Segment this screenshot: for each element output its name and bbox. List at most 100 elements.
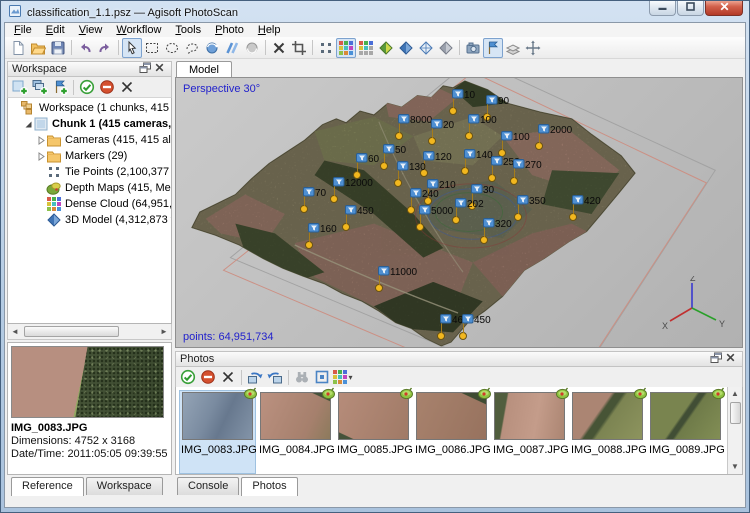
tree-item[interactable]: Workspace (1 chunks, 415 cameras) (8, 100, 171, 116)
tab-workspace[interactable]: Workspace (86, 477, 163, 495)
add-photos-button[interactable] (30, 77, 50, 97)
photos-vscrollbar[interactable]: ▲ ▼ (727, 387, 742, 474)
redo-button[interactable] (95, 38, 115, 58)
photo-thumbnail[interactable]: IMG_0088.JPG (569, 390, 646, 474)
close-panel-button[interactable] (152, 63, 167, 76)
menu-tools[interactable]: Tools (168, 23, 208, 37)
marker-flag-icon (486, 95, 498, 108)
scroll-left-icon[interactable]: ◄ (8, 325, 22, 339)
photo-thumbnail[interactable]: IMG_0083.JPG (179, 390, 256, 474)
photo-thumbnail[interactable]: IMG_0085.JPG (335, 390, 412, 474)
tree-expander-icon[interactable] (36, 152, 46, 161)
dense-cloud-classes-button[interactable] (356, 38, 376, 58)
remove-button[interactable] (117, 77, 137, 97)
tree-expander-icon[interactable] (36, 136, 46, 145)
rotate-region-button[interactable] (222, 38, 242, 58)
scroll-up-icon[interactable]: ▲ (728, 387, 742, 401)
circle-selection-icon (164, 40, 180, 56)
hscroll-thumb[interactable] (24, 326, 119, 337)
close-button[interactable] (705, 1, 743, 16)
circle-selection-button[interactable] (162, 38, 182, 58)
freeform-selection-button[interactable] (182, 38, 202, 58)
tree-item[interactable]: Dense Cloud (64,951,734 points) (8, 196, 171, 212)
remove-button[interactable] (218, 367, 238, 387)
selection-arrow-icon (124, 40, 140, 56)
tab-console[interactable]: Console (177, 477, 239, 495)
view-matches-button[interactable] (292, 367, 312, 387)
dense-cloud-view-button[interactable] (336, 38, 356, 58)
undo-button[interactable] (75, 38, 95, 58)
add-chunk-button[interactable] (10, 77, 30, 97)
photo-thumbnail[interactable]: IMG_0086.JPG (413, 390, 490, 474)
rotate-object-button[interactable] (202, 38, 222, 58)
marker-label: 130 (409, 162, 426, 173)
enable-button[interactable] (77, 77, 97, 97)
tree-item[interactable]: 3D Model (4,312,873 faces) (8, 212, 171, 228)
main-area: Workspace Workspace (1 chunks, 415 camer… (5, 59, 745, 507)
model-wireframe-button[interactable] (416, 38, 436, 58)
tab-reference[interactable]: Reference (11, 477, 84, 496)
tree-expander-icon[interactable] (23, 120, 33, 129)
scroll-down-icon[interactable]: ▼ (728, 460, 742, 474)
photo-thumbnail[interactable]: IMG_0089.JPG (647, 390, 724, 474)
minimize-button[interactable] (649, 1, 676, 16)
vscroll-thumb[interactable] (730, 402, 741, 424)
tree-item[interactable]: Tie Points (2,100,377 points) (8, 164, 171, 180)
filter-photos-button[interactable] (312, 367, 332, 387)
disable-button[interactable] (97, 77, 117, 97)
move-region-button[interactable] (242, 38, 262, 58)
tie-points-view-button[interactable] (316, 38, 336, 58)
tree-item[interactable]: Cameras (415, 415 aligned) (8, 132, 171, 148)
tree-item[interactable]: Chunk 1 (415 cameras, 29 markers) (8, 116, 171, 132)
disable-button[interactable] (198, 367, 218, 387)
marker-label: 210 (439, 180, 456, 191)
model-viewport[interactable]: 1090800010020200010050140120602522701301… (175, 77, 743, 348)
show-cameras-button[interactable] (463, 38, 483, 58)
menu-help[interactable]: Help (251, 23, 288, 37)
float-panel-button[interactable] (708, 353, 723, 366)
maximize-button[interactable] (677, 1, 704, 16)
rotate-cw-button[interactable] (265, 367, 285, 387)
scroll-right-icon[interactable]: ► (157, 325, 171, 339)
photo-badge-icon (712, 387, 726, 402)
rotate-ccw-button[interactable] (245, 367, 265, 387)
menu-workflow[interactable]: Workflow (109, 23, 168, 37)
undo-icon (77, 40, 93, 56)
open-project-button[interactable] (28, 38, 48, 58)
menu-view[interactable]: View (72, 23, 110, 37)
marker-label: 420 (584, 196, 601, 207)
show-markers-button[interactable] (483, 38, 503, 58)
crop-selection-button[interactable] (289, 38, 309, 58)
photo-thumbnail[interactable]: IMG_0087.JPG (491, 390, 568, 474)
add-marker-button[interactable] (50, 77, 70, 97)
photo-thumbnail[interactable]: IMG_0084.JPG (257, 390, 334, 474)
tab-photos[interactable]: Photos (241, 477, 297, 496)
float-panel-button[interactable] (137, 63, 152, 76)
rectangle-selection-button[interactable] (142, 38, 162, 58)
menu-file[interactable]: File (7, 23, 39, 37)
marker-point (465, 132, 473, 140)
model-shaded-button[interactable] (376, 38, 396, 58)
preview-dimensions: Dimensions: 4752 x 3168 (11, 435, 168, 447)
model-textured-button[interactable] (436, 38, 456, 58)
new-document-button[interactable] (8, 38, 28, 58)
model-solid-button[interactable] (396, 38, 416, 58)
marker-label: 160 (320, 224, 337, 235)
tree-item[interactable]: Depth Maps (415, Medium quality) (8, 180, 171, 196)
menu-edit[interactable]: Edit (39, 23, 72, 37)
workspace-hscrollbar[interactable]: ◄ ► (7, 324, 172, 340)
delete-selection-button[interactable] (269, 38, 289, 58)
enable-button[interactable] (178, 367, 198, 387)
selection-arrow-button[interactable] (122, 38, 142, 58)
marker-label: 240 (422, 189, 439, 200)
tab-model[interactable]: Model (176, 61, 232, 77)
ortho-layers-button[interactable] (503, 38, 523, 58)
thumbnail-size-button[interactable]: ▾ (332, 367, 352, 387)
title-bar[interactable]: classification_1.1.psz — Agisoft PhotoSc… (4, 1, 746, 22)
menu-photo[interactable]: Photo (208, 23, 251, 37)
save-project-button[interactable] (48, 38, 68, 58)
tree-item[interactable]: Markers (29) (8, 148, 171, 164)
navigation-mode-button[interactable] (523, 38, 543, 58)
marker-point (342, 223, 350, 231)
close-panel-button[interactable] (723, 353, 738, 366)
